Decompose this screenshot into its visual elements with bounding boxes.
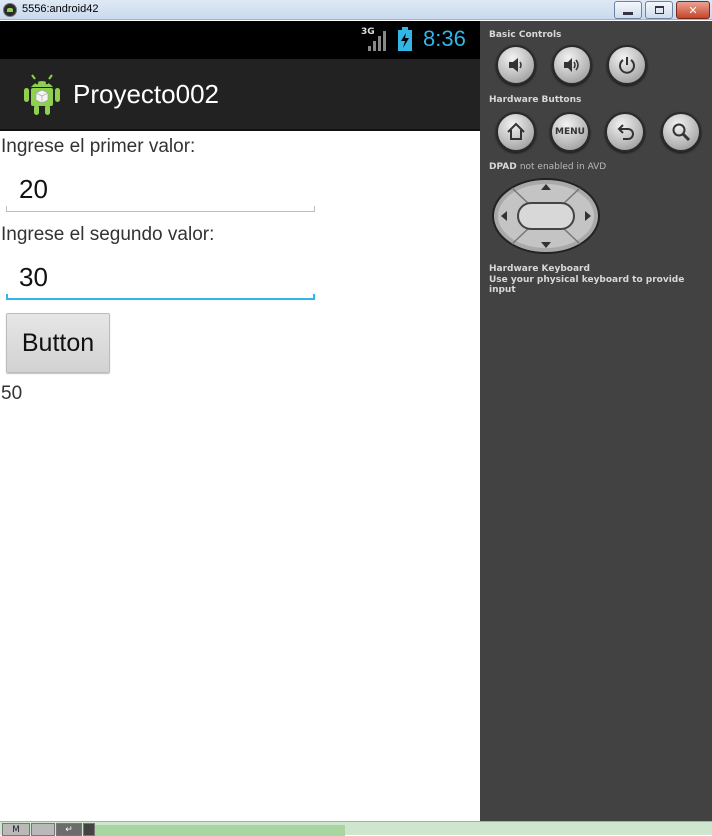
emulator-app-icon — [3, 3, 17, 17]
result-text: 50 — [1, 383, 23, 404]
first-value-label: Ingrese el primer valor: — [1, 136, 196, 157]
search-icon — [672, 123, 691, 142]
dpad-heading: DPAD not enabled in AVD — [489, 162, 606, 172]
input-underline — [6, 211, 315, 212]
taskbar-key-blank[interactable] — [31, 823, 55, 836]
window-title: 5556:android42 — [22, 3, 99, 15]
second-value-text: 30 — [19, 262, 48, 292]
status-bar: 3G 8:36 — [0, 21, 480, 59]
menu-button[interactable]: MENU — [550, 112, 590, 152]
first-value-input[interactable]: 20 — [6, 172, 315, 212]
taskbar-key-dark[interactable] — [83, 823, 95, 836]
action-bar: Proyecto002 — [0, 59, 480, 131]
emulator-control-panel: Basic Controls Hardware Buttons MENU DPA… — [480, 21, 712, 821]
back-button[interactable] — [605, 112, 645, 152]
enter-icon: ↵ — [65, 824, 73, 835]
taskbar-progress-strip — [95, 825, 345, 836]
maximize-icon — [654, 6, 664, 14]
close-button[interactable]: ✕ — [676, 1, 710, 19]
input-underline — [6, 298, 315, 300]
volume-up-icon — [564, 58, 579, 72]
hardware-keyboard-heading: Hardware Keyboard — [489, 264, 590, 274]
taskbar-key-m[interactable]: M — [2, 823, 30, 836]
minimize-icon — [623, 11, 633, 15]
volume-down-button[interactable] — [496, 45, 536, 85]
input-underline-tick — [6, 294, 8, 300]
hardware-keyboard-note: Use your physical keyboard to provide in… — [489, 275, 685, 295]
app-title: Proyecto002 — [73, 79, 219, 109]
power-button[interactable] — [607, 45, 647, 85]
signal-icon — [368, 31, 386, 51]
taskbar-key-enter[interactable]: ↵ — [56, 823, 82, 836]
taskbar: M ↵ — [0, 821, 712, 836]
hardware-buttons-heading: Hardware Buttons — [489, 95, 582, 105]
dpad-note: not enabled in AVD — [519, 162, 607, 172]
android-robot-icon — [24, 74, 60, 115]
search-button[interactable] — [661, 112, 701, 152]
input-underline-tick — [314, 206, 315, 212]
home-button[interactable] — [496, 112, 536, 152]
first-value-text: 20 — [19, 174, 48, 204]
android-screen: 3G 8:36 Proyecto002 Ingrese el primer va… — [0, 21, 480, 821]
volume-down-icon — [509, 58, 522, 72]
window-title-bar: 5556:android42 ✕ — [0, 0, 712, 20]
power-icon — [619, 57, 635, 74]
basic-controls-heading: Basic Controls — [489, 30, 562, 40]
volume-up-button[interactable] — [552, 45, 592, 85]
input-underline-tick — [6, 206, 7, 212]
dpad-title: DPAD — [489, 162, 517, 172]
back-icon — [617, 124, 634, 140]
home-icon — [507, 122, 525, 140]
minimize-button[interactable] — [614, 1, 642, 19]
close-icon: ✕ — [688, 3, 698, 17]
calculate-button[interactable]: Button — [6, 313, 110, 373]
maximize-button[interactable] — [645, 1, 673, 19]
dpad-control — [492, 178, 600, 254]
battery-charging-icon — [398, 27, 412, 51]
second-value-input[interactable]: 30 — [6, 260, 315, 300]
input-underline-tick — [313, 294, 315, 300]
status-clock: 8:36 — [423, 26, 466, 51]
second-value-label: Ingrese el segundo valor: — [1, 224, 215, 245]
menu-button-label: MENU — [555, 127, 585, 137]
